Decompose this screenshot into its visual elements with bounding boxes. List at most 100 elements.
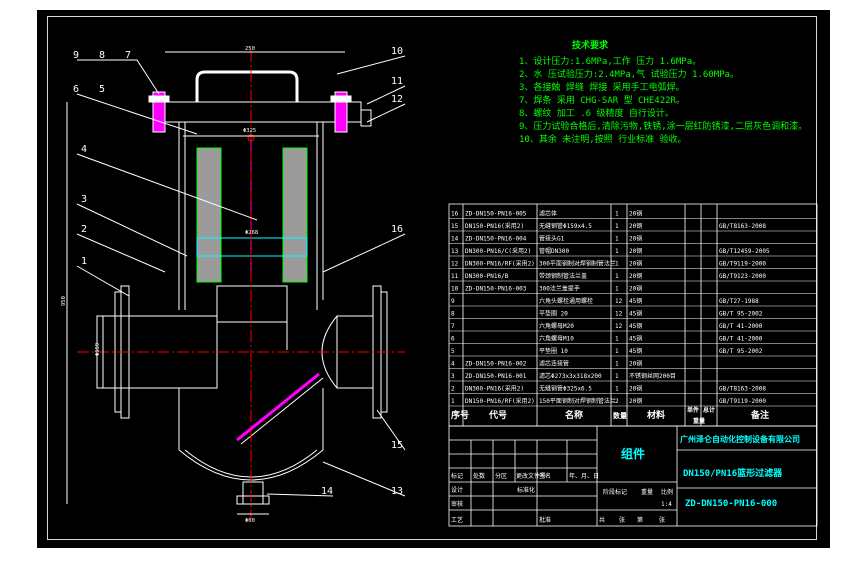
balloon-10: 10 — [391, 46, 403, 57]
bom-cell: 1 — [615, 261, 619, 268]
bom-cell: 1 — [615, 273, 619, 280]
balloon-4: 4 — [81, 144, 87, 155]
bom-cell: 12 — [451, 261, 459, 268]
svg-text:年、月、日: 年、月、日 — [569, 472, 599, 480]
svg-text:9、压力试验合格后,清除污物,铁锈,涂一层红防锈漆,二层灰色: 9、压力试验合格后,清除污物,铁锈,涂一层红防锈漆,二层灰色调和漆。 — [519, 120, 807, 132]
bom-cell: GB/T 41-2000 — [719, 336, 763, 343]
balloon-6: 6 — [73, 84, 79, 95]
bom-cell: GB/T9119-2000 — [719, 398, 766, 405]
svg-text:第: 第 — [637, 516, 643, 524]
title-block-text: 组件 广州泽仑自动化控制设备有限公司 DN150/PN16篮形过滤器 ZD-DN… — [451, 434, 800, 524]
bom-cell: GB/T 95-2002 — [719, 311, 763, 318]
bom-cell: 1 — [615, 336, 619, 343]
svg-text:数量: 数量 — [613, 411, 627, 420]
bom-cell: 11 — [451, 273, 459, 280]
svg-text:代号: 代号 — [488, 409, 507, 421]
bom-cell: 平垫圈 10 — [539, 347, 568, 355]
tech-req-title: 技术要求 — [572, 39, 609, 51]
bom-cell: GB/T 41-2000 — [719, 323, 763, 330]
bom-cell: GB/T 95-2002 — [719, 348, 763, 355]
bom-cell: 1 — [615, 361, 619, 368]
bom-cell: 滤芯连接管 — [539, 360, 569, 368]
svg-text:总计: 总计 — [703, 406, 715, 414]
svg-text:处数: 处数 — [473, 472, 485, 480]
svg-text:共: 共 — [599, 516, 605, 524]
svg-text:名称: 名称 — [565, 409, 583, 421]
filter-element-left — [196, 147, 222, 283]
bom-cell: 2 — [615, 398, 619, 405]
bom-cell: DN300-PN16/C(采用2) — [465, 247, 531, 255]
bom-cell: GB/T9119-2000 — [719, 261, 766, 268]
handle — [195, 70, 299, 102]
bom-cell: 20钢 — [629, 247, 642, 255]
svg-text:序号: 序号 — [451, 409, 469, 421]
bom-cell: DN300-PN16(采用2) — [465, 385, 524, 393]
svg-text:3、各接触 焊缝 焊接 采用手工电弧焊。: 3、各接触 焊缝 焊接 采用手工电弧焊。 — [519, 81, 685, 93]
bom-cell: 15 — [451, 223, 459, 230]
bom-cell: 45钢 — [629, 347, 642, 355]
drawing-number: ZD-DN150-PN16-000 — [685, 499, 777, 509]
assembly-label: 组件 — [621, 446, 645, 461]
bom-cell: DN150-PN16(采用2) — [465, 222, 524, 230]
filter-element-right — [282, 147, 308, 283]
dim-325: Φ325 — [243, 128, 256, 134]
bom-cell: GB/T8163-2008 — [719, 386, 766, 393]
bom-cell: ZD-DN150-PN16-004 — [465, 236, 527, 243]
bom-cell: 1 — [615, 348, 619, 355]
bom-cell: 45钢 — [629, 297, 642, 305]
bom-cell: 6 — [451, 336, 455, 343]
bom-cell: GB/T12459-2005 — [719, 248, 770, 255]
svg-text:2、水 压试验压力:2.4MPa,气 试验压力 1.60MP: 2、水 压试验压力:2.4MPa,气 试验压力 1.60MPa。 — [519, 68, 739, 80]
balloon-5: 5 — [99, 84, 105, 95]
bom-cell: 4 — [451, 361, 455, 368]
bom-cell: 管帽DN300 — [539, 247, 569, 255]
bom-cell: 14 — [451, 236, 459, 243]
bom-cell: 45钢 — [629, 322, 642, 330]
svg-text:审核: 审核 — [451, 500, 463, 508]
bom-rows: 16 ZD-DN150-PN16-005 滤芯体 1 20钢15 DN150-PN16(采… — [449, 210, 817, 407]
bom-cell: ZD-DN150-PN16-002 — [465, 361, 527, 368]
svg-text:备注: 备注 — [750, 409, 769, 421]
bom-cell: GB/T27-1988 — [719, 298, 759, 305]
svg-text:单件: 单件 — [687, 406, 699, 414]
bom-cell: 20钢 — [629, 272, 642, 280]
bom-cell: 12 — [615, 311, 623, 318]
balloon-16: 16 — [391, 224, 403, 235]
balloon-3: 3 — [81, 194, 87, 205]
bom-cell: 不锈钢丝网200目 — [629, 372, 676, 380]
svg-text:8、螺纹 加工 .6 级精度 自行设计。: 8、螺纹 加工 .6 级精度 自行设计。 — [519, 107, 674, 119]
svg-text:7、焊条 采用 CHG-SAR 型 CHE422R。: 7、焊条 采用 CHG-SAR 型 CHE422R。 — [519, 94, 685, 106]
bom-cell: 无缝钢管Φ159x4.5 — [539, 222, 592, 230]
svg-text:设计: 设计 — [451, 486, 463, 494]
svg-text:1、设计压力:1.6MPa,工作 压力 1.6MPa。: 1、设计压力:1.6MPa,工作 压力 1.6MPa。 — [519, 55, 701, 67]
svg-text:1:4: 1:4 — [661, 501, 672, 508]
balloon-12: 12 — [391, 94, 403, 105]
filter-assembly-view — [66, 50, 406, 520]
svg-text:10、其余 未注明,按照 行业标准 验收。: 10、其余 未注明,按照 行业标准 验收。 — [519, 133, 687, 145]
bom-cell: 20钢 — [629, 222, 642, 230]
svg-text:阶段标记: 阶段标记 — [603, 488, 627, 496]
bom-cell: 20钢 — [629, 397, 642, 405]
bom-cell: 滤芯体 — [539, 210, 557, 218]
svg-text:重量: 重量 — [693, 417, 705, 425]
bom-cell: 六角螺母M20 — [539, 322, 574, 330]
dim-950: 950 — [61, 296, 67, 306]
drawing-name: DN150/PN16篮形过滤器 — [683, 467, 783, 479]
bom-cell: 20钢 — [629, 260, 642, 268]
svg-text:重量: 重量 — [641, 488, 653, 496]
cad-viewport[interactable]: 9 8 7 6 5 4 3 2 1 10 11 12 16 15 14 13 2… — [37, 10, 830, 548]
bom-cell: ZD-DN150-PN16-005 — [465, 211, 527, 218]
bom-cell: 12 — [615, 298, 623, 305]
bom-cell: 20钢 — [629, 385, 642, 393]
bom-cell: 1 — [451, 398, 455, 405]
svg-text:批准: 批准 — [539, 516, 551, 524]
svg-text:标准化: 标准化 — [517, 486, 535, 494]
bom-cell: 管接头G1 — [539, 235, 565, 243]
dim-250: 250 — [245, 46, 255, 52]
bom-cell: 六角头螺栓通用螺栓 — [539, 297, 593, 305]
bom-cell: 16 — [451, 211, 459, 218]
bom-cell: 13 — [451, 248, 459, 255]
bom-cell: 平垫圈 20 — [539, 310, 568, 318]
bom-cell: 1 — [615, 248, 619, 255]
bom-cell: 12 — [615, 323, 623, 330]
